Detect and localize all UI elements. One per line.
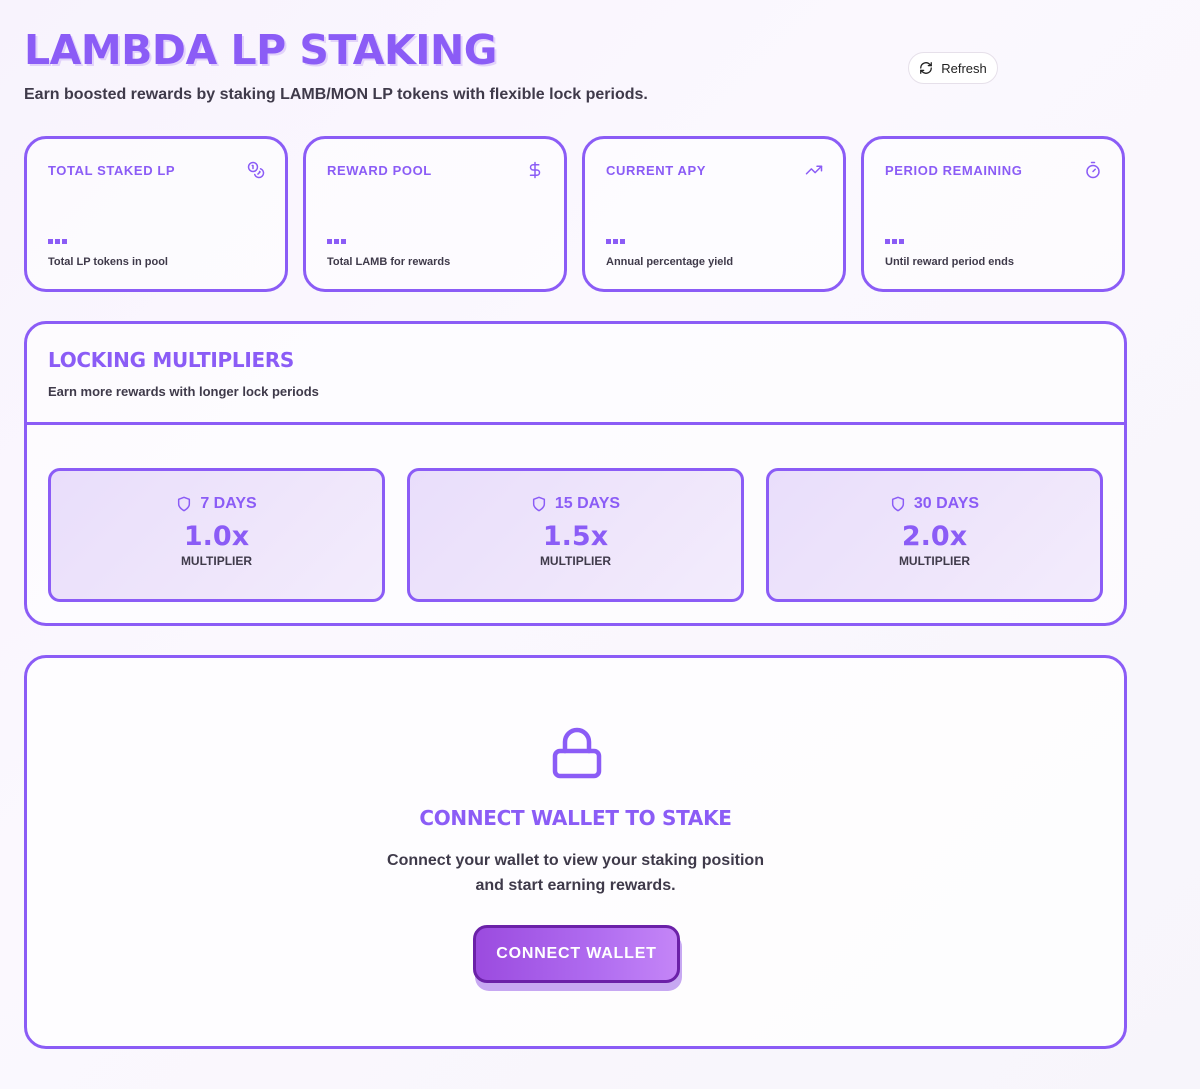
stat-label: REWARD POOL	[327, 163, 432, 178]
connect-description-line2: and start earning rewards.	[475, 877, 676, 894]
connect-description: Connect your wallet to view your staking…	[27, 848, 1124, 898]
multiplier-days-label: 30 DAYS	[913, 495, 980, 512]
connect-title: CONNECT WALLET TO STAKE	[419, 806, 732, 830]
stat-label: CURRENT APY	[606, 163, 707, 178]
stat-description: Until reward period ends	[885, 256, 1014, 268]
refresh-button[interactable]: Refresh	[908, 52, 998, 84]
connect-description-line1: Connect your wallet to view your staking…	[387, 852, 764, 869]
multipliers-header: LOCKING MULTIPLIERS Earn more rewards wi…	[27, 324, 1124, 425]
dollar-icon	[529, 161, 541, 179]
multiplier-days-label: 7 DAYS	[200, 495, 257, 512]
shield-icon	[532, 496, 545, 512]
multiplier-caption: MULTIPLIER	[898, 554, 971, 568]
multipliers-subtitle: Earn more rewards with longer lock perio…	[48, 384, 319, 399]
multipliers-title: LOCKING MULTIPLIERS	[48, 348, 295, 372]
shield-icon	[891, 496, 904, 512]
multiplier-value: 2.0x	[901, 521, 968, 552]
trending-up-icon	[805, 165, 823, 175]
multiplier-card-15-days[interactable]: 15 DAYS 1.5x MULTIPLIER	[407, 468, 744, 602]
stat-label: TOTAL STAKED LP	[48, 163, 176, 178]
multiplier-card-30-days[interactable]: 30 DAYS 2.0x MULTIPLIER	[766, 468, 1103, 602]
multiplier-days: 30 DAYS	[890, 495, 979, 513]
multiplier-value: 1.5x	[542, 521, 609, 552]
loading-indicator	[48, 239, 67, 244]
stat-card-reward-pool: REWARD POOL Total LAMB for rewards	[303, 136, 567, 292]
multiplier-card-7-days[interactable]: 7 DAYS 1.0x MULTIPLIER	[48, 468, 385, 602]
page-title: LAMBDA LP STAKING	[24, 26, 497, 74]
multiplier-value: 1.0x	[183, 521, 250, 552]
multiplier-options: 7 DAYS 1.0x MULTIPLIER 15 DAYS 1.5x MULT…	[48, 468, 1103, 602]
multiplier-caption: MULTIPLIER	[180, 554, 253, 568]
timer-icon	[1086, 161, 1100, 179]
lock-icon	[552, 727, 602, 779]
multiplier-days-label: 15 DAYS	[554, 495, 621, 512]
stat-card-current-apy: CURRENT APY Annual percentage yield	[582, 136, 846, 292]
staking-page: LAMBDA LP STAKING Earn boosted rewards b…	[0, 0, 1200, 1089]
connect-wallet-panel: CONNECT WALLET TO STAKE Connect your wal…	[24, 655, 1127, 1049]
loading-indicator	[885, 239, 904, 244]
refresh-label: Refresh	[941, 60, 987, 76]
multiplier-days: 7 DAYS	[176, 495, 257, 513]
stats-row: TOTAL STAKED LP Total LP tokens in pool …	[24, 136, 1125, 292]
connect-wallet-button[interactable]: CONNECT WALLET	[473, 925, 680, 983]
multiplier-caption: MULTIPLIER	[539, 554, 612, 568]
coins-icon	[247, 161, 265, 179]
stat-card-total-staked: TOTAL STAKED LP Total LP tokens in pool	[24, 136, 288, 292]
loading-indicator	[327, 239, 346, 244]
stat-card-period-remaining: PERIOD REMAINING Until reward period end…	[861, 136, 1125, 292]
stat-description: Annual percentage yield	[606, 256, 734, 268]
stat-description: Total LP tokens in pool	[48, 256, 168, 268]
stat-label: PERIOD REMAINING	[885, 163, 1023, 178]
multiplier-days: 15 DAYS	[531, 495, 620, 513]
refresh-icon	[920, 62, 933, 74]
stat-description: Total LAMB for rewards	[327, 256, 451, 268]
locking-multipliers-panel: LOCKING MULTIPLIERS Earn more rewards wi…	[24, 321, 1127, 626]
loading-indicator	[606, 239, 625, 244]
shield-icon	[178, 496, 191, 512]
page-subtitle: Earn boosted rewards by staking LAMB/MON…	[24, 86, 648, 103]
